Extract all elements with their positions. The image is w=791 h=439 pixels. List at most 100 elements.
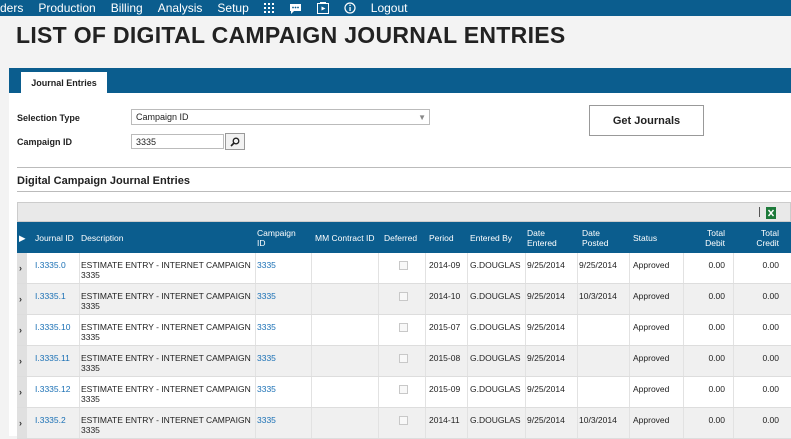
deferred-checkbox[interactable] xyxy=(399,354,408,363)
col-entered-by[interactable]: Entered By xyxy=(470,222,512,253)
col-deferred[interactable]: Deferred xyxy=(384,222,417,253)
journal-id-link[interactable]: I.3335.11 xyxy=(35,353,79,363)
get-journals-button[interactable]: Get Journals xyxy=(589,105,704,136)
cell-border xyxy=(79,377,80,407)
status-cell: Approved xyxy=(633,322,670,332)
cell-border xyxy=(311,284,312,314)
cell-border xyxy=(733,408,734,438)
journal-id-link[interactable]: I.3335.2 xyxy=(35,415,79,425)
campaign-id-link[interactable]: 3335 xyxy=(257,291,307,301)
table-row[interactable]: › I.3335.2 ESTIMATE ENTRY - INTERNET CAMPA… xyxy=(17,408,791,439)
table-row[interactable]: › I.3335.10 ESTIMATE ENTRY - INTERNET CAMP… xyxy=(17,315,791,346)
excel-export-icon[interactable] xyxy=(766,207,776,219)
journal-grid: ▶ Journal ID Description Campaign ID MM … xyxy=(17,222,791,439)
campaign-id-input[interactable]: 3335 xyxy=(131,134,224,149)
total-debit-cell: 0.00 xyxy=(708,291,725,301)
cell-border xyxy=(425,284,426,314)
cell-border xyxy=(733,346,734,376)
video-icon[interactable] xyxy=(316,2,329,14)
nav-billing[interactable]: Billing xyxy=(111,1,143,15)
cell-border xyxy=(378,346,379,376)
cell-border xyxy=(378,377,379,407)
expand-all-icon[interactable]: ▶ xyxy=(19,222,26,253)
chat-icon[interactable] xyxy=(289,3,302,14)
col-total-credit[interactable]: Total Credit xyxy=(749,222,779,253)
col-mm-contract-id[interactable]: MM Contract ID xyxy=(315,222,375,253)
expand-row-icon[interactable]: › xyxy=(19,387,22,397)
col-total-debit[interactable]: Total Debit xyxy=(695,222,725,253)
campaign-id-link[interactable]: 3335 xyxy=(257,260,307,270)
table-row[interactable]: › I.3335.12 ESTIMATE ENTRY - INTERNET CAMP… xyxy=(17,377,791,408)
deferred-checkbox[interactable] xyxy=(399,385,408,394)
col-period[interactable]: Period xyxy=(429,222,454,253)
deferred-checkbox[interactable] xyxy=(399,323,408,332)
campaign-id-link[interactable]: 3335 xyxy=(257,322,307,332)
status-cell: Approved xyxy=(633,291,670,301)
grid-icon[interactable] xyxy=(263,3,274,13)
nav-setup[interactable]: Setup xyxy=(217,1,248,15)
cell-border xyxy=(425,253,426,283)
expand-row-icon[interactable]: › xyxy=(19,356,22,366)
total-debit-cell: 0.00 xyxy=(708,260,725,270)
deferred-checkbox[interactable] xyxy=(399,416,408,425)
cell-border xyxy=(629,377,630,407)
campaign-id-link[interactable]: 3335 xyxy=(257,384,307,394)
table-row[interactable]: › I.3335.0 ESTIMATE ENTRY - INTERNET CAMPA… xyxy=(17,253,791,284)
cell-border xyxy=(378,253,379,283)
cell-border xyxy=(629,315,630,345)
cell-border xyxy=(378,408,379,438)
expand-row-icon[interactable]: › xyxy=(19,325,22,335)
period-cell: 2014-11 xyxy=(429,415,460,425)
date-entered-cell: 9/25/2014 xyxy=(527,415,565,425)
dropdown-arrow-icon[interactable]: ▼ xyxy=(418,113,426,122)
expand-row-icon[interactable]: › xyxy=(19,418,22,428)
cell-border xyxy=(79,408,80,438)
date-entered-cell: 9/25/2014 xyxy=(527,353,565,363)
page-title: LIST OF DIGITAL CAMPAIGN JOURNAL ENTRIES xyxy=(16,22,566,48)
row-expand-cell: › xyxy=(17,284,27,314)
col-date-entered[interactable]: Date Entered xyxy=(527,222,567,253)
nav-orders[interactable]: rders xyxy=(0,1,23,15)
date-posted-cell: 10/3/2014 xyxy=(579,415,617,425)
selection-type-label: Selection Type xyxy=(17,113,80,123)
journal-id-link[interactable]: I.3335.10 xyxy=(35,322,79,332)
entered-by-cell: G.DOUGLAS xyxy=(470,415,521,425)
deferred-checkbox[interactable] xyxy=(399,261,408,270)
cell-border xyxy=(79,284,80,314)
tab-journal-entries[interactable]: Journal Entries xyxy=(21,72,107,93)
search-button[interactable] xyxy=(225,133,245,150)
campaign-id-link[interactable]: 3335 xyxy=(257,415,307,425)
col-description[interactable]: Description xyxy=(81,222,124,253)
expand-row-icon[interactable]: › xyxy=(19,294,22,304)
journal-id-link[interactable]: I.3335.12 xyxy=(35,384,79,394)
total-credit-cell: 0.00 xyxy=(762,260,779,270)
col-campaign-id[interactable]: Campaign ID xyxy=(257,222,303,253)
deferred-checkbox[interactable] xyxy=(399,292,408,301)
table-row[interactable]: › I.3335.11 ESTIMATE ENTRY - INTERNET CAMP… xyxy=(17,346,791,377)
divider xyxy=(17,191,791,192)
grid-toolbar xyxy=(17,202,791,222)
cell-border xyxy=(311,253,312,283)
campaign-id-link[interactable]: 3335 xyxy=(257,353,307,363)
description-cell: ESTIMATE ENTRY - INTERNET CAMPAIGN 3335 xyxy=(81,322,251,342)
cell-border xyxy=(311,315,312,345)
nav-logout[interactable]: Logout xyxy=(371,1,408,15)
info-icon[interactable] xyxy=(344,2,356,14)
col-date-posted[interactable]: Date Posted xyxy=(582,222,622,253)
description-cell: ESTIMATE ENTRY - INTERNET CAMPAIGN 3335 xyxy=(81,384,251,404)
nav-analysis[interactable]: Analysis xyxy=(158,1,203,15)
journal-id-link[interactable]: I.3335.1 xyxy=(35,291,79,301)
nav-production[interactable]: Production xyxy=(38,1,95,15)
col-journal-id[interactable]: Journal ID xyxy=(35,222,75,253)
entered-by-cell: G.DOUGLAS xyxy=(470,260,521,270)
status-cell: Approved xyxy=(633,260,670,270)
total-debit-cell: 0.00 xyxy=(708,353,725,363)
status-cell: Approved xyxy=(633,353,670,363)
table-row[interactable]: › I.3335.1 ESTIMATE ENTRY - INTERNET CAMPA… xyxy=(17,284,791,315)
col-status[interactable]: Status xyxy=(633,222,657,253)
selection-type-select[interactable]: Campaign ID ▼ xyxy=(131,109,430,125)
journal-id-link[interactable]: I.3335.0 xyxy=(35,260,79,270)
campaign-id-label: Campaign ID xyxy=(17,137,73,147)
cell-border xyxy=(378,315,379,345)
expand-row-icon[interactable]: › xyxy=(19,263,22,273)
